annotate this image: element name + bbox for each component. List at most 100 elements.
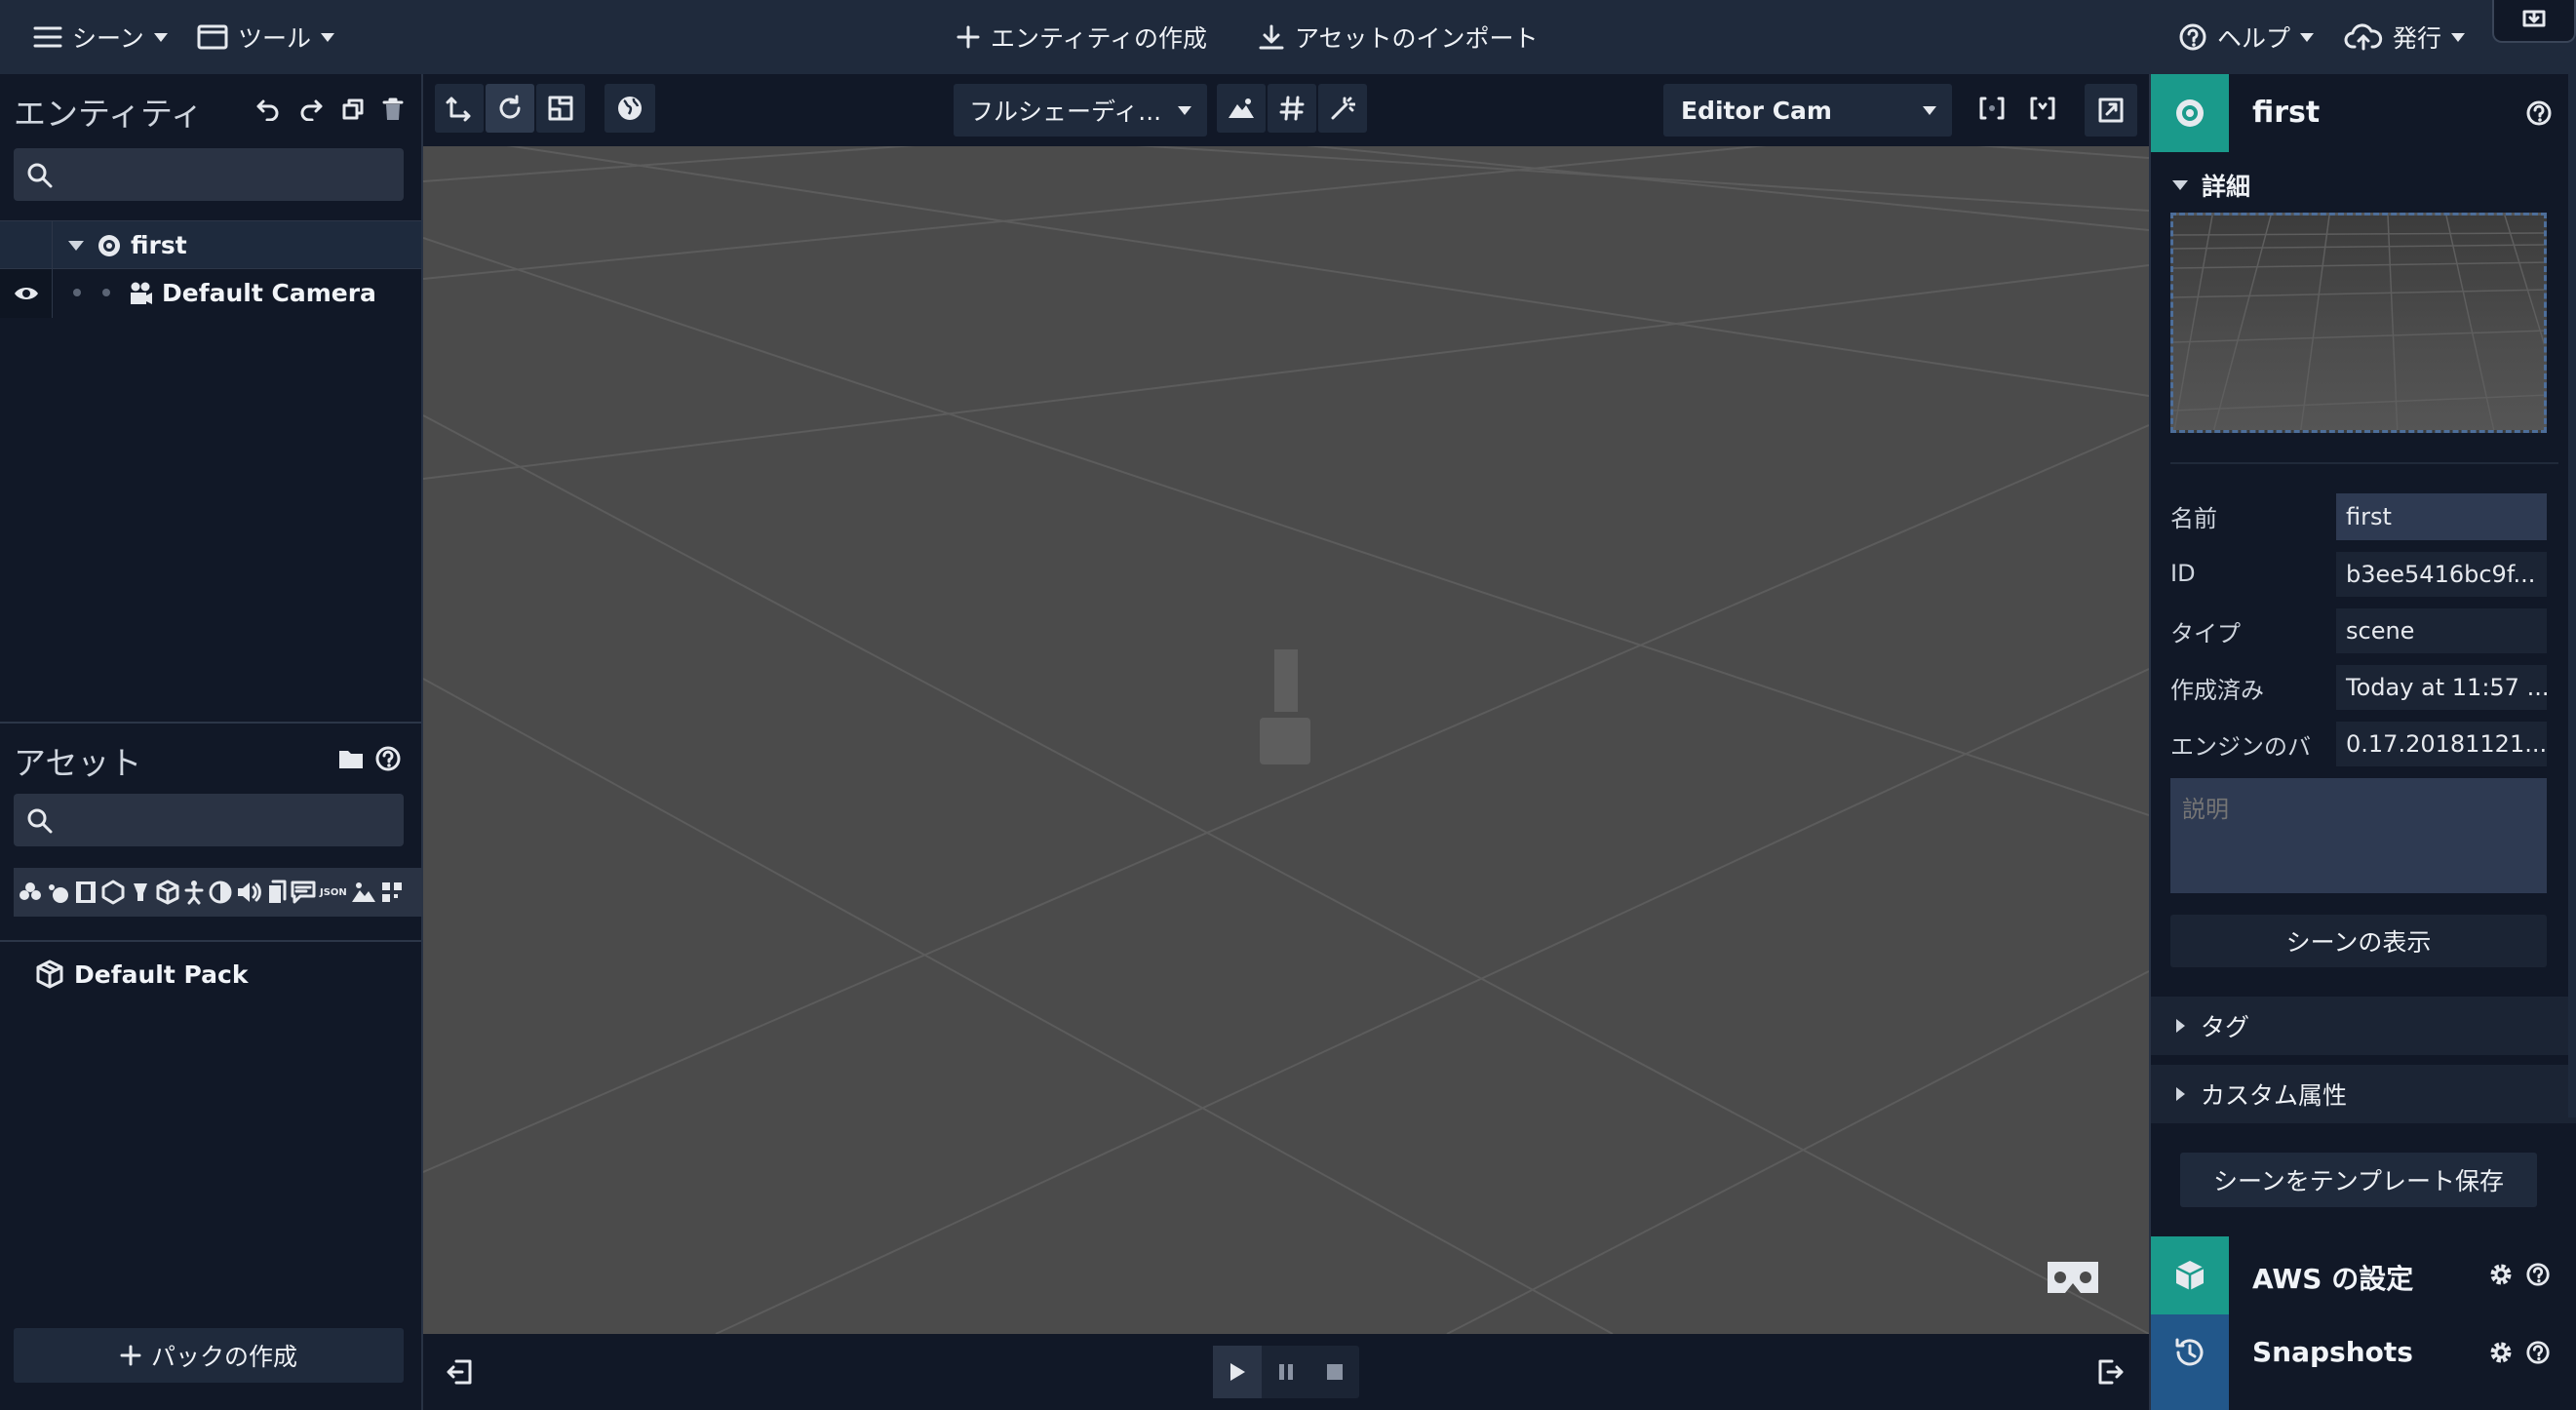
chevron-down-icon xyxy=(321,32,335,42)
camera-select-dropdown[interactable]: Editor Cam xyxy=(1663,84,1952,137)
maximize-viewport-button[interactable] xyxy=(2085,84,2137,137)
stop-button[interactable] xyxy=(1310,1346,1359,1398)
scene-menu-label: シーン xyxy=(72,24,144,53)
name-field[interactable]: first xyxy=(2336,493,2547,540)
asset-filter-bar: JSON xyxy=(14,868,423,917)
show-scene-button[interactable]: シーンの表示 xyxy=(2170,915,2547,967)
scene-menu[interactable]: シーン xyxy=(33,0,168,74)
frame-all-button[interactable] xyxy=(2018,84,2067,133)
tools-menu[interactable]: ツール xyxy=(197,0,335,74)
help-circle-icon[interactable] xyxy=(2525,99,2553,127)
entity-toolbar xyxy=(255,98,404,121)
aws-settings-component[interactable]: AWS の設定 xyxy=(2151,1236,2576,1314)
document-filter-icon[interactable] xyxy=(265,880,287,905)
rotate-tool-button[interactable] xyxy=(486,84,534,133)
inspector-scrollbar[interactable] xyxy=(2568,74,2576,1117)
collapse-panel-button[interactable] xyxy=(2492,0,2576,43)
tray-down-icon xyxy=(2520,8,2548,33)
redo-icon[interactable] xyxy=(298,98,324,121)
pause-button[interactable] xyxy=(1262,1346,1310,1398)
lighting-toggle-button[interactable] xyxy=(1217,84,1266,133)
cube-icon xyxy=(2173,1259,2206,1292)
snapshots-label: Snapshots xyxy=(2252,1336,2413,1368)
help-circle-icon[interactable] xyxy=(2525,1262,2551,1287)
search-icon xyxy=(27,163,53,188)
expand-arrow-icon[interactable] xyxy=(68,241,84,251)
help-circle-icon[interactable] xyxy=(374,745,402,772)
create-entity-button[interactable]: エンティティの作成 xyxy=(956,0,1207,74)
play-icon xyxy=(1228,1361,1247,1383)
panel-divider xyxy=(0,940,421,942)
save-as-template-button[interactable]: シーンをテンプレート保存 xyxy=(2180,1153,2537,1207)
scale-tool-button[interactable] xyxy=(536,84,585,133)
focus-selection-button[interactable] xyxy=(1968,84,2016,133)
snapshots-component[interactable]: Snapshots xyxy=(2151,1314,2576,1410)
help-menu[interactable]: ヘルプ xyxy=(2178,0,2315,74)
entity-search-box[interactable] xyxy=(14,148,404,201)
asset-search-box[interactable] xyxy=(14,794,404,846)
asset-search-input[interactable] xyxy=(62,802,394,839)
duplicate-icon[interactable] xyxy=(341,98,365,121)
camera-gizmo-body[interactable] xyxy=(1274,649,1298,712)
material-filter-icon[interactable] xyxy=(209,880,232,905)
grid-hash-icon xyxy=(1279,96,1305,121)
details-section-header[interactable]: 詳細 xyxy=(2172,168,2250,203)
mountain-filter-icon[interactable] xyxy=(351,880,376,905)
gear-icon[interactable] xyxy=(2488,1262,2514,1287)
scene-thumbnail[interactable] xyxy=(2170,213,2547,433)
entity-row-camera[interactable]: Default Camera xyxy=(0,269,421,318)
scene-viewport[interactable] xyxy=(423,74,2149,1334)
description-textarea[interactable] xyxy=(2170,778,2547,893)
script-filter-icon[interactable] xyxy=(47,880,70,905)
entity-row-scene[interactable]: first xyxy=(0,220,421,270)
visibility-toggle[interactable] xyxy=(0,269,53,318)
world-space-button[interactable] xyxy=(605,84,655,133)
hexagon-filter-icon[interactable] xyxy=(101,880,125,905)
qr-filter-icon[interactable] xyxy=(380,880,404,905)
frame-bracket-icon xyxy=(2029,96,2056,121)
folder-icon[interactable] xyxy=(337,747,365,770)
scene-badge xyxy=(2151,74,2229,152)
plus-icon xyxy=(120,1345,141,1366)
chevron-down-icon xyxy=(1178,105,1191,115)
exit-right-icon[interactable] xyxy=(2096,1357,2126,1387)
comment-filter-icon[interactable] xyxy=(291,880,316,905)
vr-headset-icon[interactable] xyxy=(2044,1258,2102,1297)
import-assets-button[interactable]: アセットのインポート xyxy=(1258,0,1539,74)
figure-filter-icon[interactable] xyxy=(183,880,205,905)
gear-icon[interactable] xyxy=(2488,1340,2514,1365)
undo-icon[interactable] xyxy=(255,98,281,121)
scene-target-icon xyxy=(98,234,121,257)
help-circle-icon[interactable] xyxy=(2525,1340,2551,1365)
custom-attributes-section-header[interactable]: カスタム属性 xyxy=(2151,1065,2576,1123)
entity-search-input[interactable] xyxy=(62,156,394,193)
film-filter-icon[interactable] xyxy=(74,880,98,905)
translate-tool-button[interactable] xyxy=(435,84,484,133)
create-pack-button[interactable]: パックの作成 xyxy=(14,1328,404,1383)
grid-toggle-button[interactable] xyxy=(1268,84,1316,133)
json-filter-icon[interactable]: JSON xyxy=(320,887,347,898)
history-icon xyxy=(2173,1336,2206,1369)
publish-menu[interactable]: 発行 xyxy=(2344,0,2466,74)
shading-mode-dropdown[interactable]: フルシェーディ... xyxy=(954,84,1207,137)
eye-icon xyxy=(13,285,40,302)
chevron-down-icon xyxy=(153,32,168,42)
effects-toggle-button[interactable] xyxy=(1318,84,1367,133)
entity-group-filter-icon[interactable] xyxy=(18,880,43,905)
engine-version-value: 0.17.20181121... xyxy=(2336,722,2547,766)
mountain-icon xyxy=(1228,97,1255,120)
search-icon xyxy=(27,808,53,834)
exit-left-icon[interactable] xyxy=(445,1357,474,1387)
tree-connector-dot xyxy=(73,289,81,296)
sound-filter-icon[interactable] xyxy=(236,880,261,905)
pack-default[interactable]: Default Pack xyxy=(35,960,248,989)
tags-section-header[interactable]: タグ xyxy=(2151,997,2576,1055)
light-filter-icon[interactable] xyxy=(129,880,152,905)
camera-gizmo-base[interactable] xyxy=(1260,718,1310,764)
play-button[interactable] xyxy=(1213,1346,1262,1398)
trash-icon[interactable] xyxy=(382,98,404,121)
cube-filter-icon[interactable] xyxy=(156,880,179,905)
tools-menu-label: ツール xyxy=(238,24,312,53)
scene-target-icon xyxy=(2174,98,2205,129)
help-label: ヘルプ xyxy=(2217,24,2291,53)
